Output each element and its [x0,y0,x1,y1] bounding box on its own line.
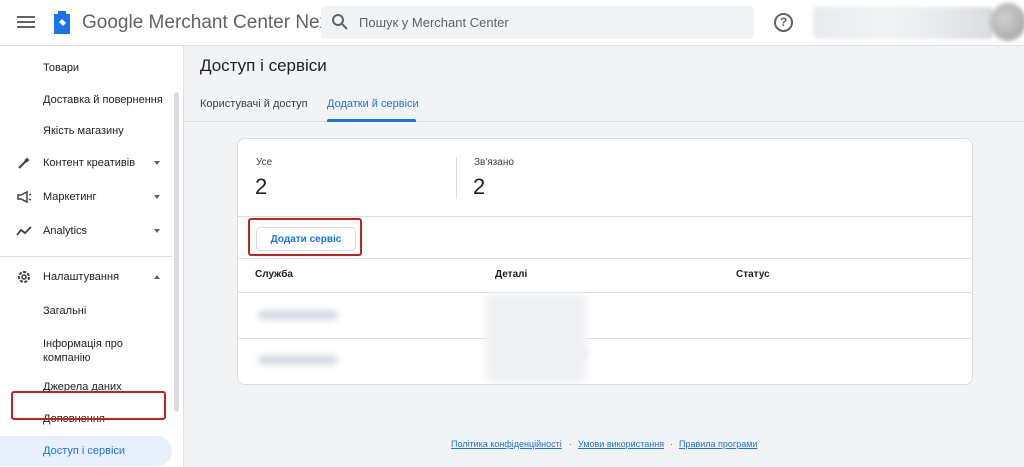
column-header-details: Деталі [495,269,528,280]
creative-icon [18,157,30,169]
chevron-down-icon [154,229,160,233]
stat-linked-value: 2 [473,174,486,199]
redacted-service-name [258,355,338,365]
sidebar-item-analytics[interactable]: Analytics [0,216,172,246]
redacted-area [486,294,586,382]
sidebar-item-label: Доступ і сервіси [43,445,126,457]
sidebar-item-label: Якість магазину [43,125,124,137]
help-icon[interactable]: ? [774,13,793,32]
sidebar-item-label: Контент креативів [43,157,136,169]
chevron-down-icon [154,161,160,165]
sidebar-item-business-info[interactable]: Інформація про компанію [0,331,172,371]
sidebar-item-settings[interactable]: Налаштування [0,262,172,292]
tab-apps-services[interactable]: Додатки й сервіси [327,98,419,110]
column-header-status: Статус [736,269,770,280]
search-bar[interactable] [321,6,754,39]
sidebar-item-label: Товари [43,62,80,74]
stat-all-label: Усе [256,157,273,168]
trend-icon [16,226,32,236]
menu-icon[interactable] [17,14,35,32]
footer-separator: · [670,439,673,449]
divider [238,338,972,339]
sidebar-item-products[interactable]: Товари [0,53,172,83]
sidebar-item-label: Інформація про компанію [43,338,124,364]
sidebar-divider [0,256,172,257]
avatar[interactable] [990,3,1024,41]
divider [238,216,972,217]
chevron-up-icon [154,275,160,279]
sidebar-item-store-quality[interactable]: Якість магазину [0,116,172,146]
footer-link-terms[interactable]: Умови використання [578,439,664,449]
highlight-box-add-service [248,218,362,256]
page-title: Доступ і сервіси [200,56,327,75]
megaphone-icon [17,190,32,204]
sidebar-item-label: Analytics [43,225,88,237]
sidebar-item-label: Доставка й повернення [43,94,163,106]
chevron-down-icon [154,195,160,199]
stat-linked-label: Зв'язано [474,157,514,168]
services-card: Усе 2 Зв'язано 2 Додати сервіс Служба Де… [237,138,973,385]
sidebar-item-general[interactable]: Загальні [0,296,172,326]
stat-divider [456,157,457,199]
search-icon [332,14,348,30]
gear-icon [18,271,30,283]
merchant-center-logo [54,11,70,34]
tab-bar: Користувачі й доступ Додатки й сервіси [184,92,1024,122]
app-title: Google Merchant Center Next [82,12,335,33]
divider [238,258,972,259]
sidebar-item-access-services[interactable]: Доступ і сервіси [0,436,172,466]
sidebar-item-marketing[interactable]: Маркетинг [0,182,172,212]
sidebar-item-shipping[interactable]: Доставка й повернення [0,85,172,115]
sidebar-item-creative-content[interactable]: Контент креативів [0,148,172,178]
top-bar: Google Merchant Center Next ? [0,0,1024,46]
footer-link-privacy[interactable]: Політика конфіденційності [451,439,562,449]
divider [238,292,972,293]
account-info[interactable] [813,7,993,39]
sidebar-item-label: Маркетинг [43,191,97,203]
sidebar-scrollbar[interactable] [174,92,179,412]
column-header-service: Служба [255,269,293,280]
sidebar-item-label: Налаштування [43,271,120,283]
redacted-service-name [258,310,338,320]
sidebar-item-label: Загальні [43,305,87,317]
stat-all-value: 2 [255,174,268,199]
search-input[interactable] [359,12,739,32]
highlight-box-sidebar [11,391,166,420]
tab-users-access[interactable]: Користувачі й доступ [200,98,308,110]
active-tab-indicator [327,119,416,122]
footer-separator: · [569,439,572,449]
footer-link-program-policies[interactable]: Правила програми [679,439,757,449]
